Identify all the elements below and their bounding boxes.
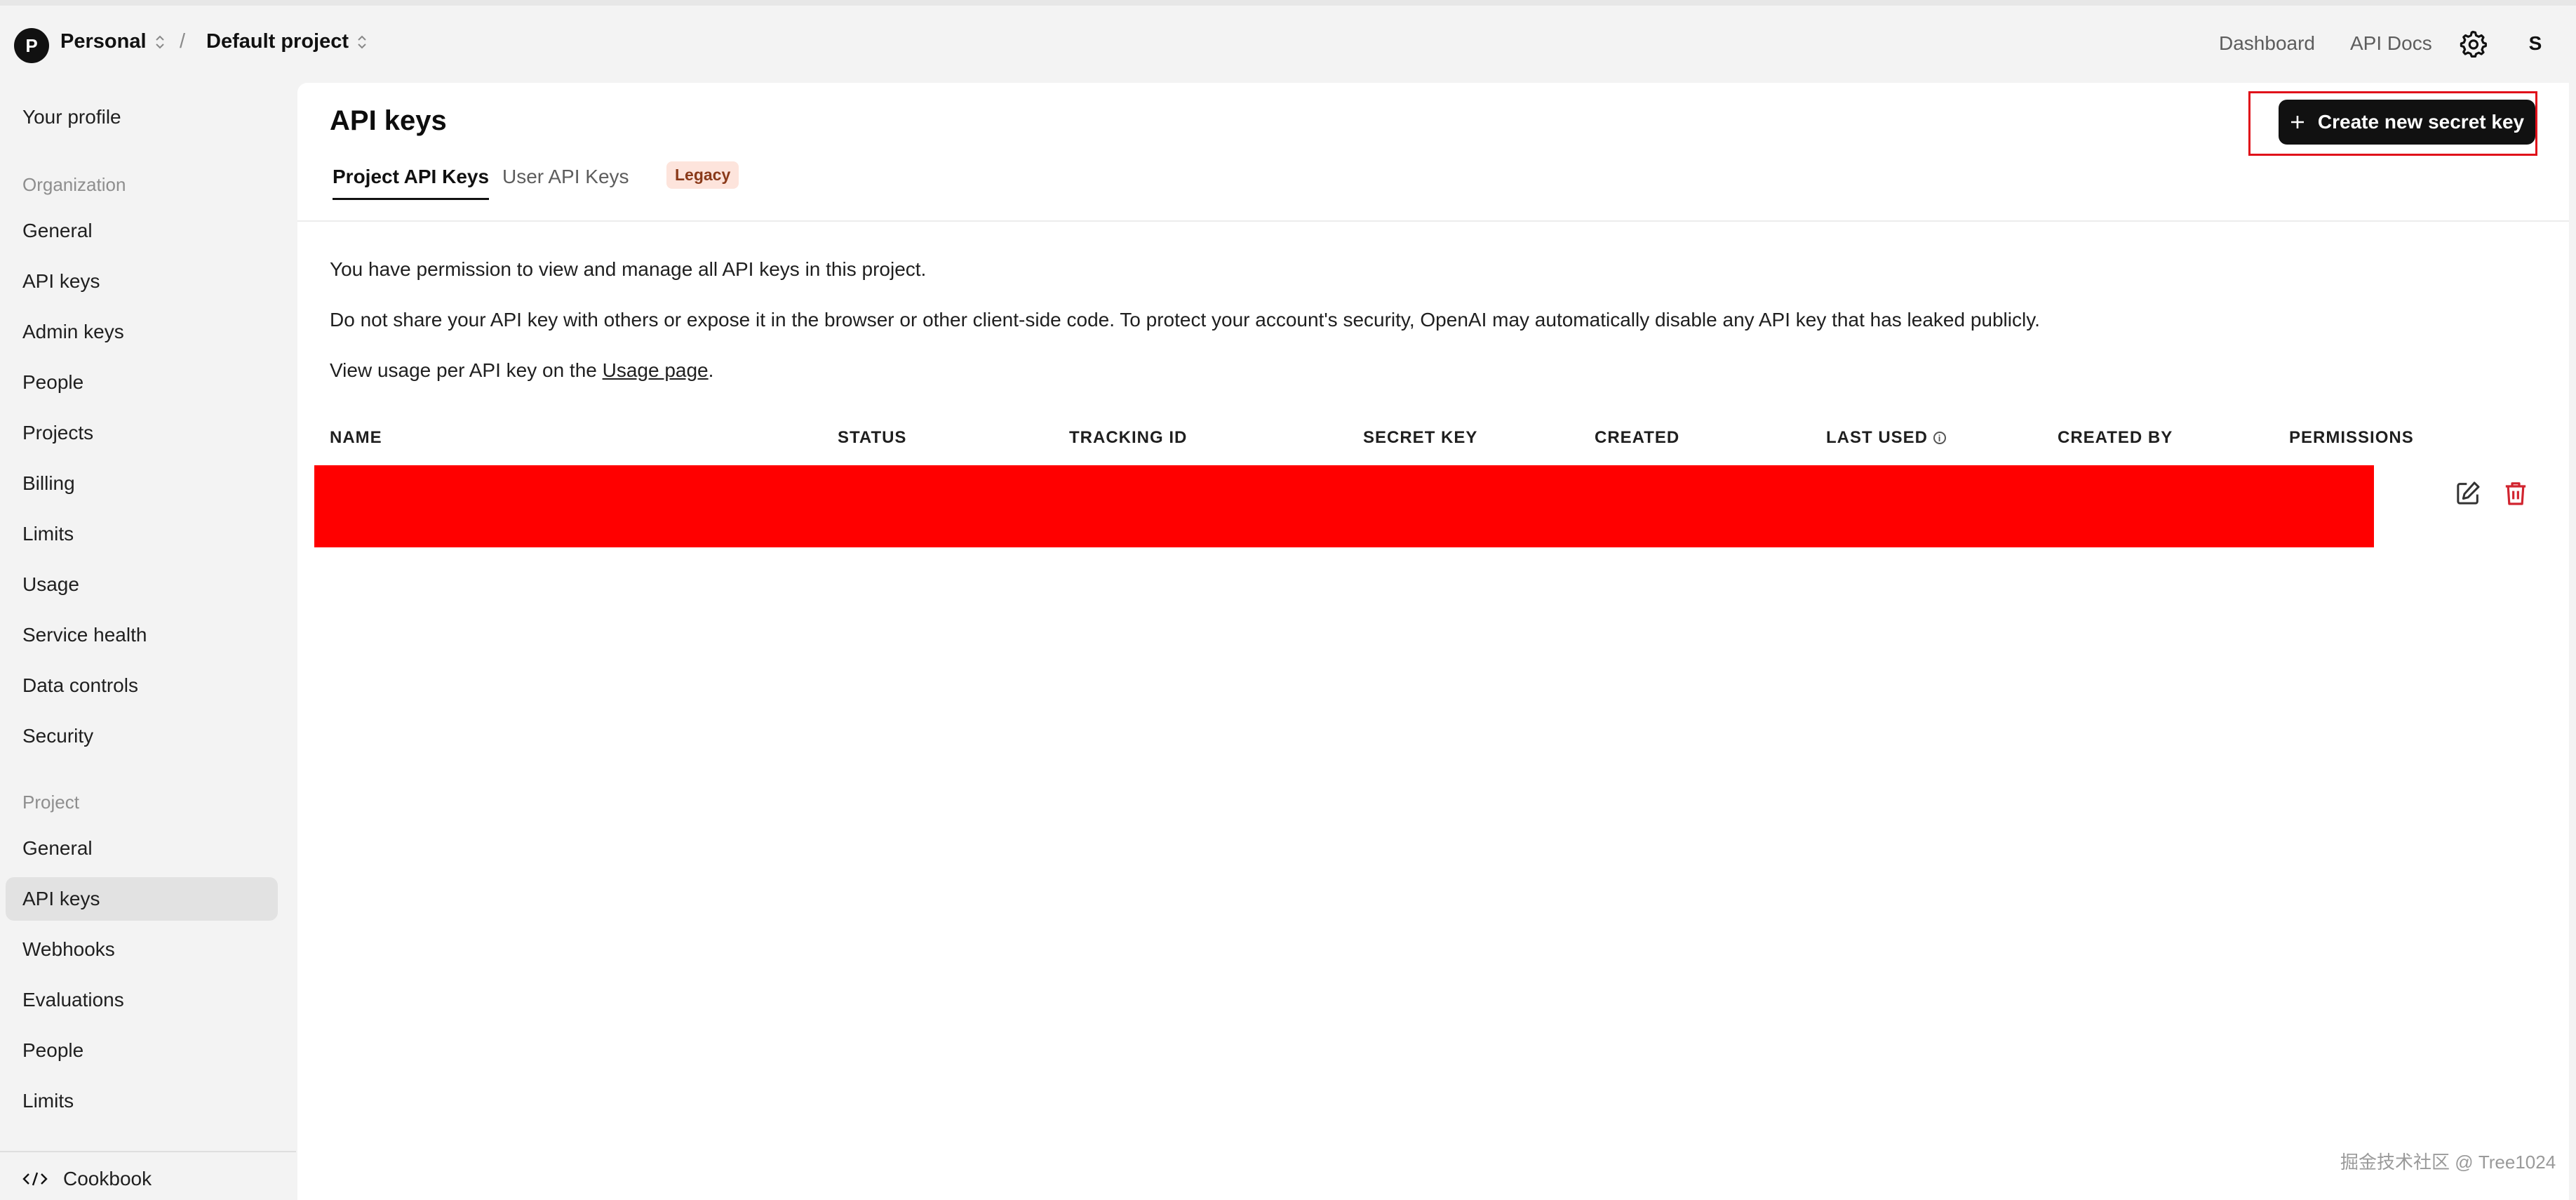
api-docs-link[interactable]: API Docs <box>2350 32 2432 55</box>
page-title: API keys <box>330 105 447 136</box>
sidebar-item-webhooks[interactable]: Webhooks <box>6 928 278 971</box>
column-header-created[interactable]: CREATED <box>1595 428 1679 448</box>
sidebar-item-data-controls[interactable]: Data controls <box>6 664 278 707</box>
usage-page-link[interactable]: Usage page <box>603 359 709 381</box>
permission-text: You have permission to view and manage a… <box>330 258 927 280</box>
watermark: 掘金技术社区 @ Tree1024 <box>2340 1152 2556 1173</box>
trash-icon[interactable] <box>2502 479 2530 507</box>
create-secret-key-label: Create new secret key <box>2317 111 2525 133</box>
sidebar-heading-project: Project <box>22 792 79 813</box>
sidebar-heading-organization: Organization <box>22 174 126 195</box>
project-name: Default project <box>206 30 349 53</box>
column-header-permissions[interactable]: PERMISSIONS <box>2289 428 2414 448</box>
usage-text: View usage per API key on the Usage page… <box>330 359 713 382</box>
sidebar-item-cookbook[interactable]: Cookbook <box>22 1168 152 1190</box>
user-avatar[interactable]: S <box>2518 27 2552 60</box>
sidebar-item-billing[interactable]: Billing <box>6 462 278 505</box>
sidebar-item-projects[interactable]: Projects <box>6 411 278 455</box>
project-switcher[interactable]: Default project <box>206 30 368 53</box>
sidebar-item-admin-keys[interactable]: Admin keys <box>6 310 278 354</box>
sidebar-item-usage[interactable]: Usage <box>6 563 278 606</box>
org-switcher[interactable]: Personal <box>60 30 166 53</box>
top-bar: P Personal / Default project Dashboard A… <box>0 6 2576 83</box>
column-header-tracking-id[interactable]: TRACKING ID <box>1069 428 1187 448</box>
create-secret-key-button[interactable]: Create new secret key <box>2279 100 2535 145</box>
sidebar-item-security[interactable]: Security <box>6 714 278 758</box>
sidebar-item-project-limits[interactable]: Limits <box>6 1079 278 1123</box>
tab-project-api-keys[interactable]: Project API Keys <box>333 166 490 200</box>
sidebar-item-org-people[interactable]: People <box>6 361 278 404</box>
chevron-up-down-icon <box>358 35 366 48</box>
column-header-name[interactable]: NAME <box>330 428 382 448</box>
sidebar-item-project-general[interactable]: General <box>6 827 278 870</box>
tab-user-api-keys[interactable]: User API Keys <box>502 166 629 188</box>
redacted-key-row <box>314 465 2374 547</box>
cookbook-label: Cookbook <box>63 1168 152 1189</box>
breadcrumb-separator: / <box>180 30 186 53</box>
sidebar-divider <box>0 1151 296 1152</box>
tabs-divider <box>297 220 2569 222</box>
edit-icon[interactable] <box>2454 479 2482 507</box>
org-name: Personal <box>60 30 147 53</box>
sidebar: Your profile Organization General API ke… <box>0 83 296 1200</box>
main-panel: API keys Create new secret key Project A… <box>297 83 2569 1200</box>
usage-text-suffix: . <box>708 359 714 381</box>
column-header-created-by[interactable]: CREATED BY <box>2058 428 2173 448</box>
info-icon[interactable]: i <box>1933 432 1947 444</box>
code-icon <box>22 1172 48 1186</box>
gear-icon[interactable] <box>2458 29 2488 58</box>
sidebar-item-project-people[interactable]: People <box>6 1029 278 1072</box>
sidebar-item-project-api-keys[interactable]: API keys <box>6 877 278 921</box>
dashboard-link[interactable]: Dashboard <box>2219 32 2315 55</box>
sidebar-item-org-limits[interactable]: Limits <box>6 512 278 556</box>
sidebar-item-service-health[interactable]: Service health <box>6 613 278 657</box>
sidebar-item-org-general[interactable]: General <box>6 209 278 253</box>
org-avatar[interactable]: P <box>14 28 49 63</box>
plus-icon <box>2290 116 2304 128</box>
security-warning-text: Do not share your API key with others or… <box>330 309 2040 331</box>
column-header-last-used-label: LAST USED <box>1826 428 1928 447</box>
column-header-status[interactable]: STATUS <box>838 428 906 448</box>
sidebar-item-your-profile[interactable]: Your profile <box>6 95 278 139</box>
usage-text-prefix: View usage per API key on the <box>330 359 603 381</box>
window-top-edge <box>0 0 2576 6</box>
chevron-up-down-icon <box>155 35 164 48</box>
legacy-badge: Legacy <box>666 161 739 189</box>
column-header-last-used[interactable]: LAST USED i <box>1826 428 1947 448</box>
sidebar-item-org-api-keys[interactable]: API keys <box>6 260 278 303</box>
column-header-secret-key[interactable]: SECRET KEY <box>1363 428 1477 448</box>
sidebar-item-evaluations[interactable]: Evaluations <box>6 978 278 1022</box>
